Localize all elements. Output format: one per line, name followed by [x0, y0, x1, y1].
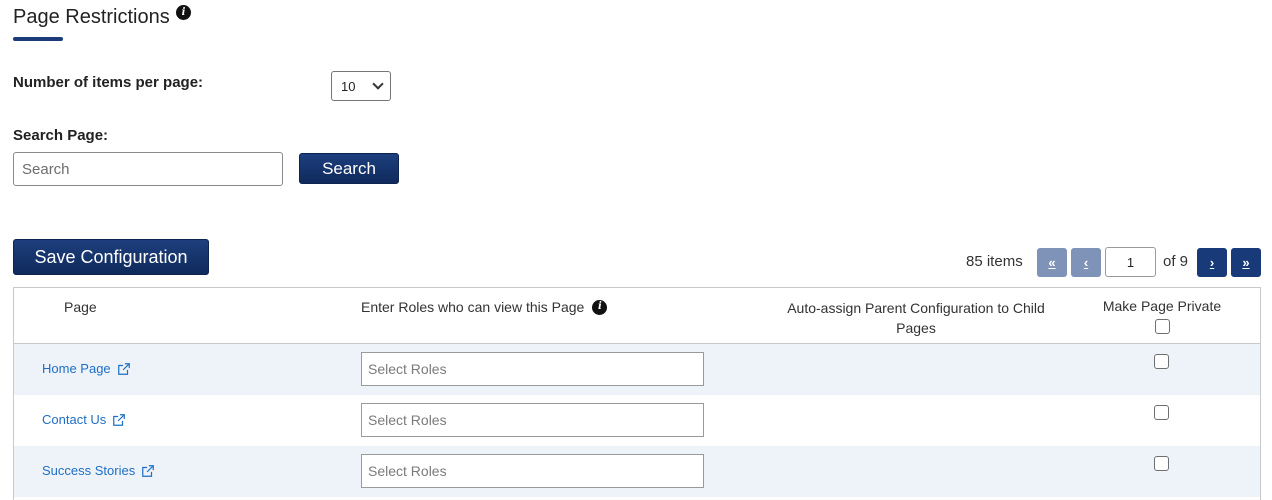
header-roles-label: Enter Roles who can view this Page [361, 299, 585, 315]
chevron-down-icon [372, 78, 384, 90]
page-number-input[interactable] [1105, 247, 1156, 277]
search-input[interactable] [13, 152, 283, 186]
private-checkbox[interactable] [1154, 405, 1169, 420]
private-checkbox[interactable] [1154, 456, 1169, 471]
external-link-icon [117, 362, 130, 375]
external-link-icon [113, 413, 126, 426]
table-row: Contact Us [14, 395, 1260, 446]
page-link-label: Success Stories [42, 463, 136, 478]
next-page-button[interactable]: › [1197, 248, 1227, 277]
header-auto-assign: Auto-assign Parent Configuration to Chil… [787, 300, 1045, 336]
header-private: Make Page Private [1102, 298, 1222, 337]
page-title: Page Restrictions [13, 6, 170, 28]
page-link-label: Home Page [42, 361, 111, 376]
title-underline [13, 37, 63, 41]
last-page-button[interactable]: » [1231, 248, 1261, 277]
table-row: Home Page [14, 344, 1260, 395]
items-per-page-label: Number of items per page: [13, 74, 204, 91]
external-link-icon [142, 464, 155, 477]
page-link-label: Contact Us [42, 412, 107, 427]
items-count: 85 items [966, 253, 1023, 270]
header-private-label: Make Page Private [1102, 298, 1222, 314]
prev-page-button[interactable]: ‹ [1071, 248, 1101, 277]
info-icon[interactable]: i [592, 299, 608, 315]
select-all-private-checkbox[interactable] [1154, 319, 1170, 334]
header-roles: Enter Roles who can view this Page i [361, 299, 608, 315]
items-per-page-select[interactable]: 10 [331, 71, 391, 101]
header-page: Page [64, 299, 97, 315]
page-link-home[interactable]: Home Page [42, 361, 131, 376]
roles-input[interactable] [361, 352, 704, 386]
total-pages: of 9 [1163, 253, 1189, 270]
roles-input[interactable] [361, 403, 704, 437]
page-link-contact[interactable]: Contact Us [42, 412, 126, 427]
table-header: Page Enter Roles who can view this Page … [14, 288, 1260, 344]
save-configuration-button[interactable]: Save Configuration [13, 239, 209, 275]
roles-input[interactable] [361, 454, 704, 488]
private-checkbox[interactable] [1154, 354, 1169, 369]
page-link-success-stories[interactable]: Success Stories [42, 463, 155, 478]
info-icon[interactable]: i [176, 5, 191, 20]
search-page-label: Search Page: [13, 127, 109, 144]
table-row: Success Stories [14, 446, 1260, 497]
page-restrictions-table: Page Enter Roles who can view this Page … [13, 287, 1261, 500]
items-per-page-value: 10 [341, 78, 356, 94]
search-button[interactable]: Search [299, 153, 399, 184]
first-page-button[interactable]: « [1037, 248, 1067, 277]
